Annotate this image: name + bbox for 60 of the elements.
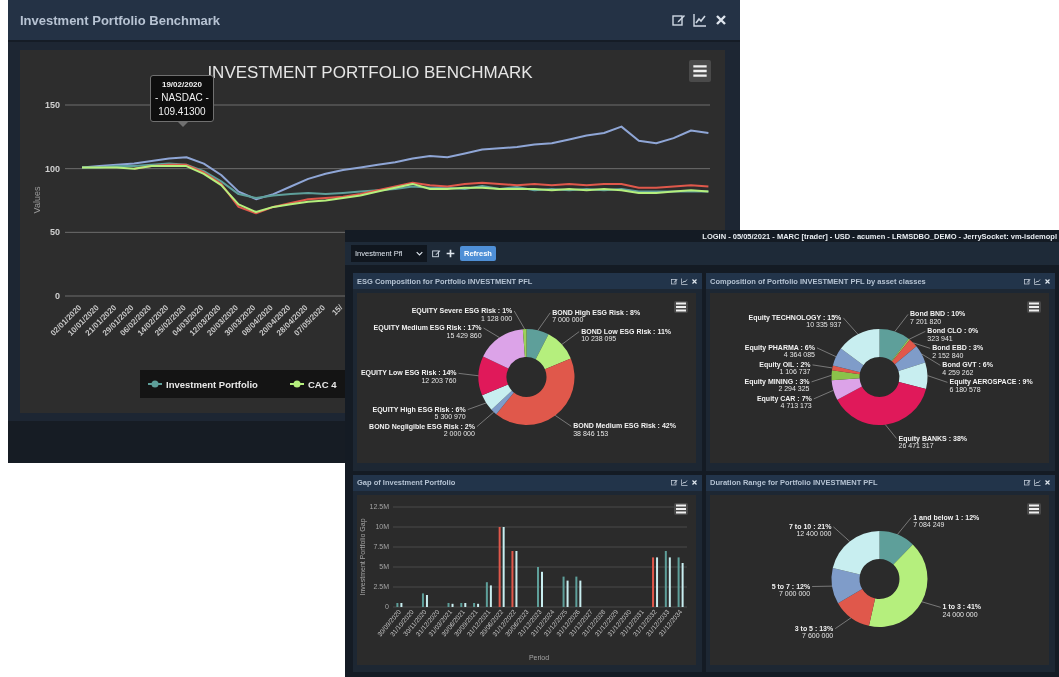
line-chart-icon[interactable] (1034, 479, 1041, 486)
edit-icon[interactable] (671, 479, 678, 486)
leader-line (843, 317, 859, 335)
menu-button[interactable] (674, 502, 688, 515)
line-chart-icon[interactable] (681, 479, 688, 486)
menu-button[interactable] (674, 301, 688, 313)
tooltip-value: 109.41300 (158, 106, 206, 117)
chart-title: INVESTMENT PORTFOLIO BENCHMARK (207, 63, 533, 82)
axis-tick-label: 15/ (330, 303, 345, 318)
line-chart-icon[interactable] (693, 13, 707, 27)
leader-line (885, 424, 897, 439)
window-title: Investment Portfolio Benchmark (20, 12, 221, 28)
leader-line (554, 415, 572, 427)
close-icon[interactable] (714, 13, 728, 27)
menu-icon (692, 63, 708, 79)
leader-line (458, 373, 479, 377)
leader-line (927, 375, 948, 383)
legend-label[interactable]: Investment Portfolio (166, 378, 258, 390)
axis-tick-label: 0 (55, 291, 60, 301)
legend-label[interactable]: CAC 4 (308, 378, 337, 390)
close-icon[interactable] (1044, 277, 1051, 285)
close-icon[interactable] (691, 479, 698, 486)
edit-icon[interactable] (672, 13, 686, 27)
leader-line (912, 342, 931, 349)
chevron-down-icon (416, 251, 423, 256)
tooltip-series: - NASDAC - (155, 92, 209, 103)
leader-line (537, 312, 551, 331)
axis-tick-label: 50 (50, 227, 60, 238)
tooltip-date: 19/02/2020 (161, 80, 202, 89)
menu-button[interactable] (1027, 301, 1041, 313)
menu-icon (1028, 503, 1040, 514)
close-icon[interactable] (691, 277, 698, 285)
leader-line (812, 364, 833, 369)
line-chart-icon[interactable] (681, 277, 688, 285)
leader-line (813, 389, 834, 400)
menu-icon (675, 503, 687, 514)
menu-icon (675, 302, 687, 312)
leader-line (834, 616, 852, 629)
menu-button[interactable] (689, 60, 711, 82)
edit-icon[interactable] (671, 277, 678, 285)
leader-line (561, 331, 580, 345)
menu-button[interactable] (1027, 502, 1041, 515)
leader-line (833, 526, 850, 542)
leader-line (811, 374, 832, 383)
axis-title: Values (32, 186, 42, 214)
leader-line (816, 347, 837, 357)
leader-line (811, 585, 833, 587)
close-icon[interactable] (1044, 479, 1051, 486)
axis-tick-label: 150 (44, 100, 60, 110)
leader-line (897, 516, 912, 535)
menu-icon (1028, 302, 1040, 312)
edit-icon[interactable] (432, 249, 441, 258)
plus-icon[interactable] (446, 249, 455, 258)
edit-icon[interactable] (1024, 479, 1031, 486)
leader-line (921, 600, 941, 608)
leader-line (513, 310, 525, 330)
leader-line (483, 327, 500, 338)
line-chart-icon[interactable] (1034, 277, 1041, 285)
axis-tick-label: 100 (44, 163, 60, 174)
edit-icon[interactable] (1024, 277, 1031, 285)
